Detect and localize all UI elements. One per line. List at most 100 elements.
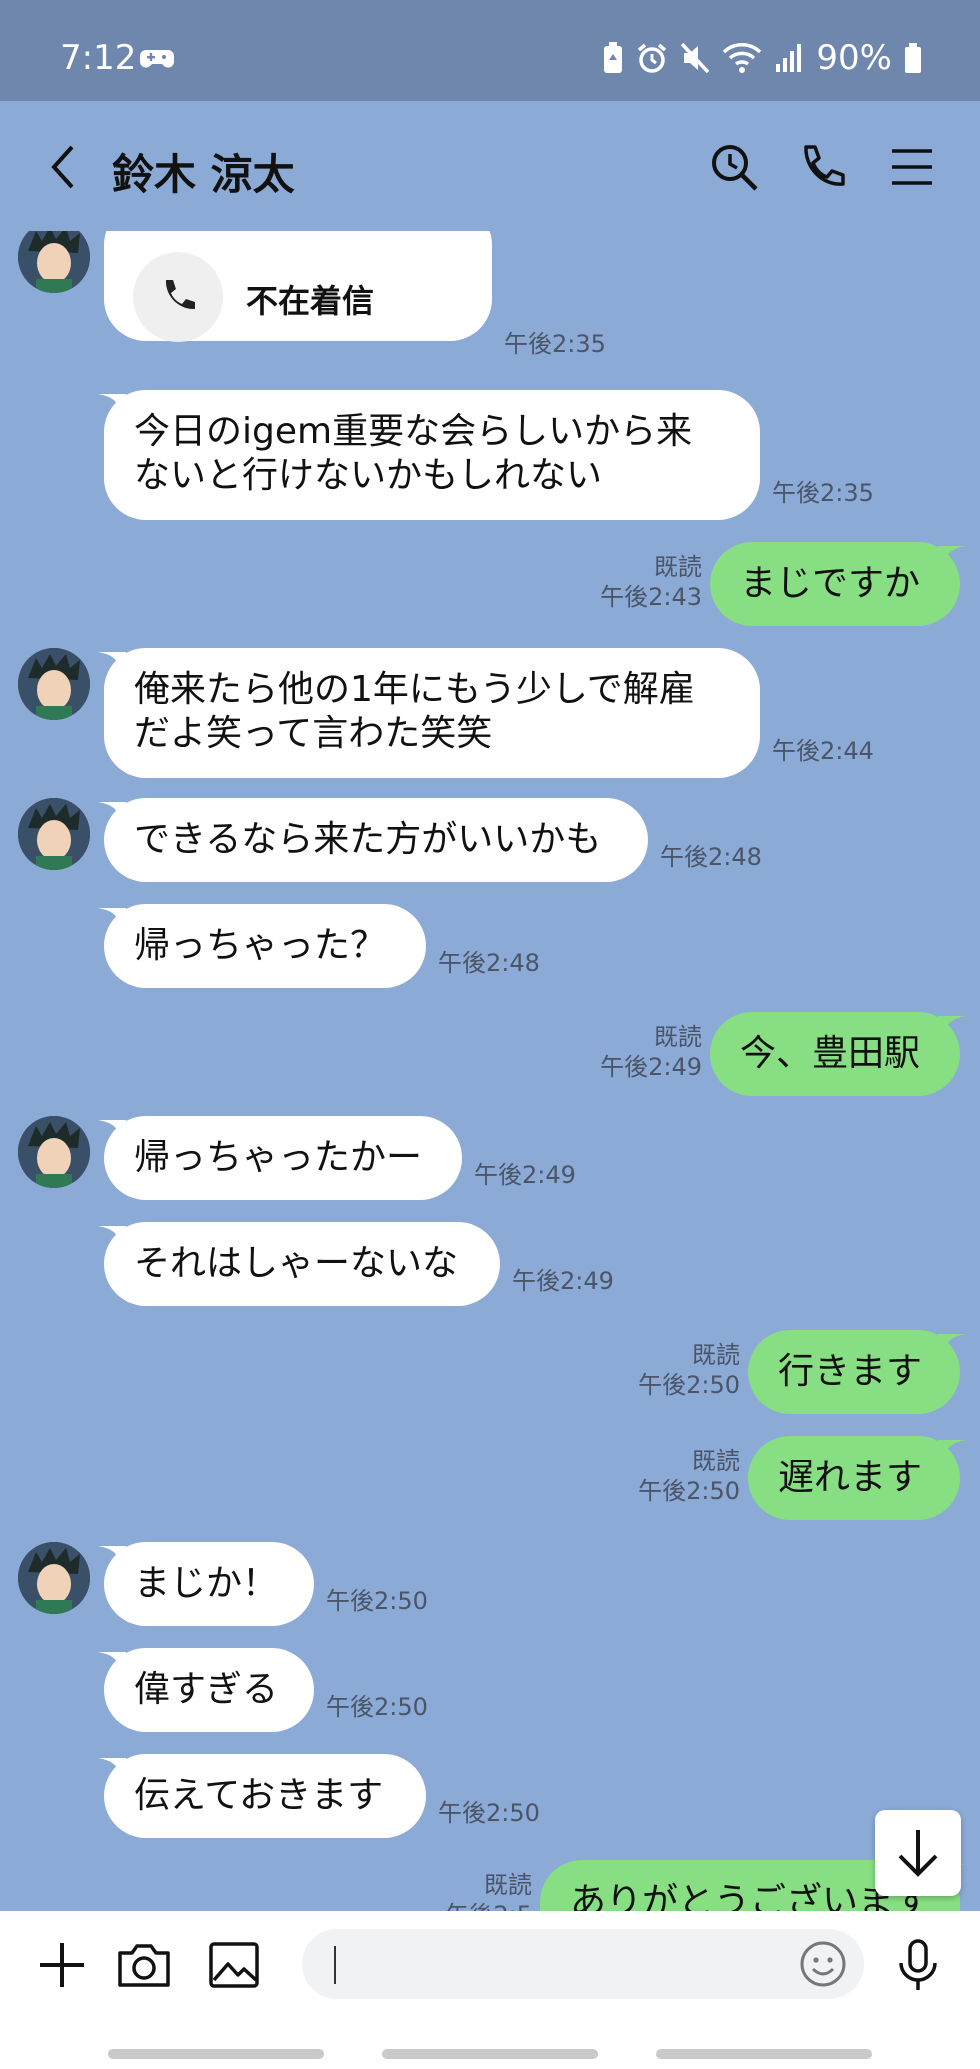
- emoji-icon[interactable]: [798, 1939, 848, 1989]
- bubble-tail: [938, 546, 966, 570]
- message-text: 俺来たら他の1年にもう少しで解雇 だよ笑って言わた笑笑: [134, 669, 695, 754]
- message-time: 午後2:48: [660, 843, 762, 871]
- bubble-tail: [938, 1440, 966, 1464]
- message-time: 午後2:50: [326, 1693, 428, 1721]
- message-text: それはしゃーないな: [134, 1243, 459, 1284]
- message-meta: 午後2:50: [326, 1586, 428, 1616]
- nav-home-button[interactable]: [382, 2049, 598, 2059]
- microphone-icon[interactable]: [888, 1935, 948, 1995]
- message-meta: 午後2:49: [512, 1266, 614, 1296]
- menu-icon[interactable]: [886, 141, 938, 193]
- avatar[interactable]: [18, 648, 90, 720]
- nav-back-button[interactable]: [656, 2049, 872, 2059]
- message-text: できるなら来た方がいいかも: [134, 819, 602, 860]
- incoming-message-bubble[interactable]: 今日のigem重要な会らしいから来 ないと行けないかもしれない: [104, 390, 760, 520]
- read-receipt: 既読: [692, 1447, 740, 1475]
- message-text: 行きます: [778, 1351, 923, 1392]
- message-input[interactable]: [302, 1929, 864, 1999]
- plus-icon[interactable]: [32, 1935, 92, 1995]
- arrow-down-icon: [898, 1830, 938, 1877]
- incoming-message-bubble[interactable]: まじか！: [104, 1542, 314, 1626]
- avatar[interactable]: [18, 798, 90, 870]
- incoming-message-bubble[interactable]: 帰っちゃったかー: [104, 1116, 462, 1200]
- message-time: 午後2:49: [512, 1267, 614, 1295]
- message-text: 帰っちゃった？: [134, 925, 387, 966]
- incoming-message-bubble[interactable]: 偉すぎる: [104, 1648, 314, 1732]
- message-text: 偉すぎる: [134, 1669, 279, 1710]
- message-time: 午後2:50: [438, 1799, 540, 1827]
- text-caret: [334, 1946, 336, 1984]
- incoming-message-bubble[interactable]: それはしゃーないな: [104, 1222, 500, 1306]
- message-meta: 午後2:44: [772, 736, 874, 766]
- incoming-message-bubble[interactable]: できるなら来た方がいいかも: [104, 798, 648, 882]
- read-receipt: 既読: [654, 1023, 702, 1051]
- message-text: 伝えておきます: [134, 1775, 384, 1816]
- bubble-tail: [938, 1016, 966, 1040]
- outgoing-message-bubble[interactable]: 遅れます: [748, 1436, 960, 1520]
- alarm-icon: [638, 43, 667, 73]
- status-bar: 7:12 90%: [0, 0, 980, 101]
- incoming-message-bubble[interactable]: 俺来たら他の1年にもう少しで解雇 だよ笑って言わた笑笑: [104, 648, 760, 778]
- bubble-tail: [98, 802, 126, 826]
- battery-icon: [905, 43, 921, 73]
- call-icon-circle: [133, 252, 223, 342]
- missed-call-label: 不在着信: [246, 282, 375, 320]
- incoming-message-bubble[interactable]: 帰っちゃった？: [104, 904, 426, 988]
- bubble-tail: [938, 1334, 966, 1358]
- battery-percent: 90%: [816, 38, 892, 78]
- game-controller-icon: [140, 50, 174, 68]
- phone-icon[interactable]: [796, 141, 848, 193]
- message-meta: 午後2:49: [474, 1160, 576, 1190]
- scroll-to-bottom-button[interactable]: [875, 1810, 961, 1896]
- chat-header: 鈴木 涼太: [0, 101, 980, 231]
- outgoing-message-bubble[interactable]: 今、豊田駅: [710, 1012, 960, 1096]
- bubble-tail: [98, 394, 126, 418]
- search-history-icon[interactable]: [708, 141, 760, 193]
- nav-recent-button[interactable]: [108, 2049, 324, 2059]
- bubble-tail: [98, 1120, 126, 1144]
- message-time: 午後2:5: [445, 1900, 532, 1911]
- status-icons: 90%: [602, 38, 922, 78]
- outgoing-message-bubble[interactable]: 行きます: [748, 1330, 960, 1414]
- system-nav-bar: [0, 2017, 980, 2069]
- contact-name: 鈴木 涼太: [112, 150, 295, 199]
- message-text: 今、豊田駅: [740, 1033, 921, 1074]
- phone-icon: [165, 280, 195, 310]
- message-meta: 既読午後2:5: [445, 1870, 532, 1911]
- message-meta: 既読 午後2:43: [600, 552, 702, 612]
- back-chevron-icon[interactable]: [44, 141, 84, 193]
- message-time: 午後2:48: [438, 949, 540, 977]
- camera-icon[interactable]: [114, 1935, 174, 1995]
- mute-icon: [681, 42, 710, 74]
- message-text: 帰っちゃったかー: [134, 1137, 423, 1178]
- message-text: 遅れます: [778, 1457, 923, 1498]
- message-meta: 午後2:35: [772, 478, 874, 508]
- message-meta: 午後2:50: [326, 1692, 428, 1722]
- message-time: 午後2:49: [600, 1053, 702, 1081]
- bubble-tail: [98, 652, 126, 676]
- message-time: 午後2:50: [638, 1371, 740, 1399]
- avatar[interactable]: [18, 1116, 90, 1188]
- outgoing-message-bubble[interactable]: まじですか: [710, 542, 960, 626]
- message-time: 午後2:49: [474, 1161, 576, 1189]
- message-meta: 午後2:50: [438, 1798, 540, 1828]
- avatar[interactable]: [18, 231, 90, 293]
- bubble-tail: [98, 908, 126, 932]
- bubble-tail: [98, 1546, 126, 1570]
- image-icon[interactable]: [204, 1935, 264, 1995]
- bubble-tail: [98, 1226, 126, 1250]
- message-time: 午後2:44: [772, 737, 874, 765]
- status-time: 7:12: [60, 38, 137, 78]
- message-meta: 既読 午後2:49: [600, 1022, 702, 1082]
- battery-saver-icon: [604, 42, 623, 73]
- message-meta: 午後2:48: [660, 842, 762, 872]
- message-time: 午後2:43: [600, 583, 702, 611]
- message-meta: 午後2:48: [438, 948, 540, 978]
- input-bar: [0, 1911, 980, 2017]
- message-text: まじか！: [134, 1563, 279, 1604]
- read-receipt: 既読: [484, 1871, 532, 1899]
- message-text: まじですか: [740, 563, 921, 604]
- avatar[interactable]: [18, 1542, 90, 1614]
- incoming-message-bubble[interactable]: 伝えておきます: [104, 1754, 426, 1838]
- message-meta: 既読 午後2:50: [638, 1446, 740, 1506]
